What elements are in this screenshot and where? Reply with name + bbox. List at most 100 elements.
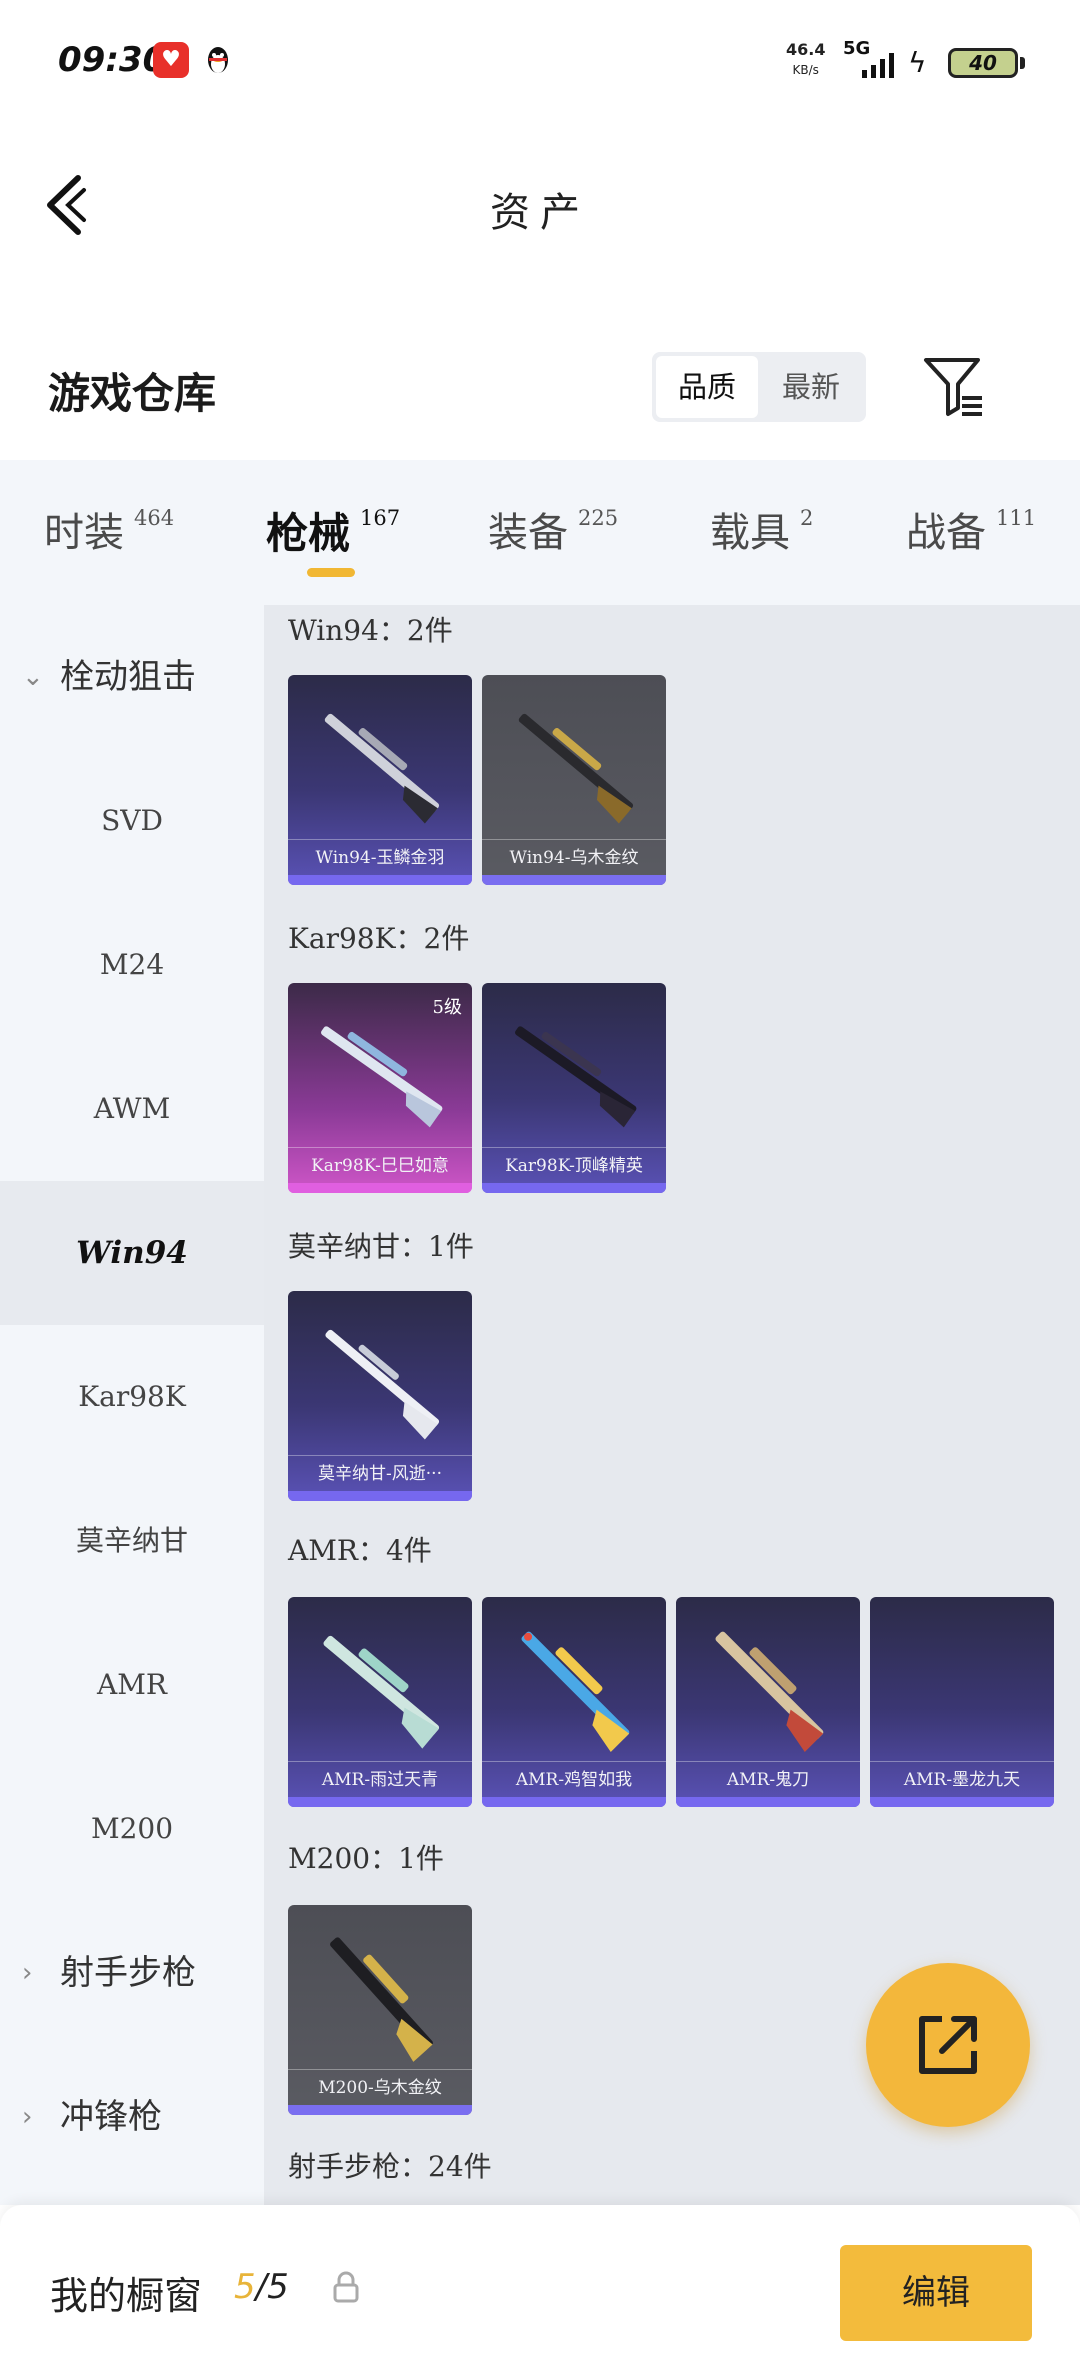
rarity-bar [288, 1183, 472, 1193]
rifle-icon [330, 1937, 433, 2062]
rarity-bar [288, 875, 472, 885]
tab-label: 战备 [906, 510, 986, 556]
tab-supplies[interactable]: 战备 111 [906, 500, 1036, 558]
rarity-bar [482, 875, 666, 885]
skin-card[interactable]: Win94-玉鳞金羽 [288, 675, 472, 885]
sort-quality-button[interactable]: 品质 [656, 356, 758, 418]
tab-count: 2 [800, 506, 814, 530]
rifle-icon [715, 1631, 824, 1753]
group-label: Kar98K：2件 [288, 922, 470, 955]
warehouse-bar: 游戏仓库 品质 最新 [0, 330, 1080, 460]
sidebar-category-marksman[interactable]: › 射手步枪 [0, 1901, 264, 2045]
rarity-bar [482, 1797, 666, 1807]
skin-card[interactable]: AMR-墨龙九天 [870, 1597, 1054, 1807]
skin-name: Win94-乌木金纹 [482, 839, 666, 875]
sidebar-item-label: 栓动狙击 [60, 657, 196, 697]
sidebar-item-win94[interactable]: Win94 [0, 1181, 264, 1325]
sidebar-item-m24[interactable]: M24 [0, 893, 264, 1037]
skin-card[interactable]: 莫辛纳甘-风逝··· [288, 1291, 472, 1501]
group-label: 莫辛纳甘：1件 [288, 1230, 474, 1263]
sidebar-category-bolt-action[interactable]: ⌄ 栓动狙击 [0, 605, 264, 749]
share-external-icon [919, 2016, 977, 2074]
skin-name: AMR-墨龙九天 [870, 1761, 1054, 1797]
rarity-bar [870, 1797, 1054, 1807]
tab-label: 装备 [488, 510, 568, 556]
tab-equipment[interactable]: 装备 225 [488, 500, 618, 558]
net-speed-value: 46.4 [786, 40, 826, 59]
sidebar-item-mosin[interactable]: 莫辛纳甘 [0, 1469, 264, 1613]
category-tabs: 时装 464 枪械 167 装备 225 载具 2 战备 111 [0, 460, 1080, 605]
group-label: M200：1件 [288, 1842, 444, 1875]
tab-label: 时装 [44, 510, 124, 556]
filter-icon[interactable] [922, 354, 986, 418]
sidebar-item-kar98k[interactable]: Kar98K [0, 1325, 264, 1469]
tab-count: 167 [360, 506, 401, 530]
skin-card[interactable]: Kar98K-顶峰精英 [482, 983, 666, 1193]
skin-card[interactable]: AMR-雨过天青 [288, 1597, 472, 1807]
skin-name: AMR-雨过天青 [288, 1761, 472, 1797]
signal-icon [862, 53, 894, 78]
skin-name: Kar98K-巳巳如意 [288, 1147, 472, 1183]
active-tab-indicator [307, 568, 355, 577]
group-label: 射手步枪：24件 [288, 2150, 492, 2183]
skin-card[interactable]: AMR-鬼刀 [676, 1597, 860, 1807]
sort-newest-button[interactable]: 最新 [760, 356, 862, 418]
charging-icon: ϟ [908, 46, 927, 79]
rifle-icon [518, 713, 634, 824]
skin-card[interactable]: M200-乌木金纹 [288, 1905, 472, 2115]
skin-card[interactable]: 5级 Kar98K-巳巳如意 [288, 983, 472, 1193]
sidebar-item-amr[interactable]: AMR [0, 1613, 264, 1757]
sort-toggle: 品质 最新 [652, 352, 866, 422]
showcase-current: 5 [234, 2267, 256, 2307]
sidebar-category-smg[interactable]: › 冲锋枪 [0, 2045, 264, 2189]
sidebar-item-label: 射手步枪 [60, 1953, 196, 1993]
tab-vehicles[interactable]: 载具 2 [710, 500, 813, 558]
skin-name: M200-乌木金纹 [288, 2069, 472, 2105]
rifle-icon [323, 1635, 440, 1749]
skin-name: AMR-鸡智如我 [482, 1761, 666, 1797]
rifle-icon [515, 1026, 637, 1128]
showcase-bar: 我的橱窗 5/5 编辑 [0, 2205, 1080, 2376]
tab-count: 464 [134, 506, 175, 530]
sidebar-item-label: 冲锋枪 [60, 2097, 162, 2137]
group-label: AMR：4件 [288, 1534, 432, 1567]
tab-guns[interactable]: 枪械 167 [266, 500, 400, 561]
skin-card[interactable]: Win94-乌木金纹 [482, 675, 666, 885]
tab-label: 枪械 [266, 509, 351, 558]
chevron-right-icon: › [22, 2102, 33, 2132]
net-speed-unit: KB/s [792, 63, 819, 77]
rarity-bar [482, 1183, 666, 1193]
skin-name: Win94-玉鳞金羽 [288, 839, 472, 875]
app-header: 资产 [0, 130, 1080, 270]
status-time: 09:30 [58, 40, 167, 80]
rarity-bar [288, 1797, 472, 1807]
qq-penguin-icon [208, 47, 228, 73]
share-button[interactable] [866, 1963, 1030, 2127]
tab-count: 111 [996, 506, 1037, 530]
chevron-down-icon: ⌄ [22, 662, 44, 692]
page-title: 资产 [490, 190, 590, 236]
tab-count: 225 [578, 506, 619, 530]
tab-fashion[interactable]: 时装 464 [44, 500, 174, 558]
rifle-icon [325, 1329, 440, 1440]
rarity-bar [676, 1797, 860, 1807]
group-label: Win94：2件 [288, 614, 453, 647]
weapon-sidebar: ⌄ 栓动狙击 SVD M24 AWM Win94 Kar98K 莫辛纳甘 AMR … [0, 605, 264, 2205]
battery-tip [1020, 57, 1025, 69]
sidebar-item-svd[interactable]: SVD [0, 749, 264, 893]
battery-icon: 40 [948, 48, 1018, 78]
rifle-icon [521, 1631, 630, 1753]
sidebar-item-m200[interactable]: M200 [0, 1757, 264, 1901]
sidebar-item-awm[interactable]: AWM [0, 1037, 264, 1181]
skin-name: AMR-鬼刀 [676, 1761, 860, 1797]
edit-button[interactable]: 编辑 [840, 2245, 1032, 2341]
skin-card[interactable]: AMR-鸡智如我 [482, 1597, 666, 1807]
lock-icon [333, 2271, 359, 2303]
skin-name: 莫辛纳甘-风逝··· [288, 1455, 472, 1491]
rarity-bar [288, 2105, 472, 2115]
rifle-icon [324, 713, 440, 824]
net-speed: 46.4 KB/s [786, 40, 825, 80]
rifle-icon [321, 1026, 443, 1128]
rarity-bar [288, 1491, 472, 1501]
notification-app-icon: ♥ [153, 42, 189, 78]
